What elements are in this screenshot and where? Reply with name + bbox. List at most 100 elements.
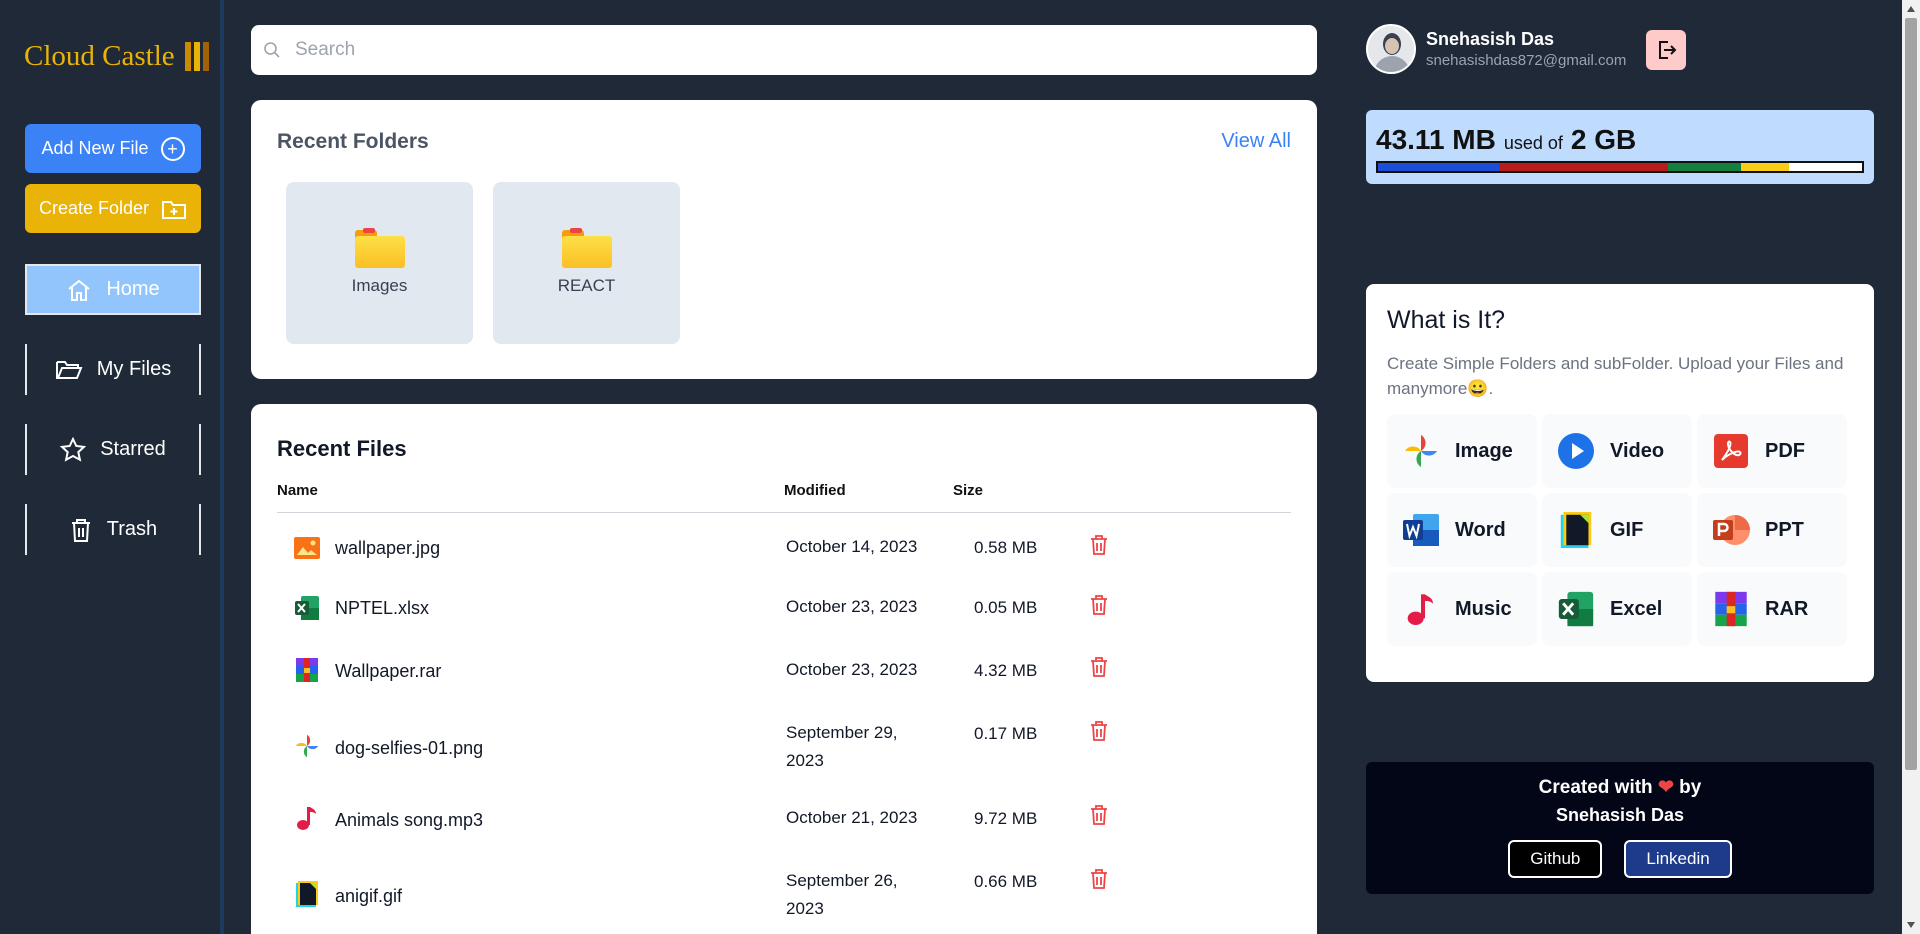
sidebar-item-label: My Files: [96, 358, 172, 380]
image-file-icon: [293, 534, 321, 562]
search-bar: [251, 25, 1317, 75]
music-note-icon: [293, 804, 321, 832]
file-type-label: PDF: [1765, 439, 1805, 462]
info-description: Create Simple Folders and subFolder. Upl…: [1387, 354, 1844, 398]
scrollbar-thumb[interactable]: [1905, 18, 1917, 770]
column-header-name[interactable]: Name: [277, 482, 318, 499]
file-modified: September 26, 2023: [786, 871, 898, 918]
heart-icon: ❤: [1657, 777, 1674, 798]
sidebar-item-starred[interactable]: Starred: [25, 424, 201, 475]
rar-file-icon: [293, 656, 321, 684]
folder-name: REACT: [557, 276, 616, 295]
music-note-icon: [1401, 589, 1441, 629]
user-profile: Snehasish Das snehasishdas872@gmail.com: [1366, 24, 1626, 74]
file-type-pdf: PDF: [1697, 414, 1847, 488]
powerpoint-icon: [1711, 510, 1751, 550]
delete-icon[interactable]: [1089, 720, 1109, 747]
word-icon: [1401, 510, 1441, 550]
file-type-excel: Excel: [1542, 572, 1692, 646]
add-new-file-button[interactable]: Add New File +: [25, 124, 201, 173]
table-divider: [277, 512, 1291, 513]
recent-files-title: Recent Files: [277, 436, 407, 461]
logout-button[interactable]: [1646, 30, 1686, 70]
sidebar-item-label: Starred: [100, 438, 166, 460]
folder-tile-react[interactable]: REACT: [493, 182, 680, 344]
sidebar: Cloud Castle Add New File + Create Folde…: [0, 0, 224, 934]
table-row[interactable]: Animals song.mp3 October 21, 2023 9.72 M…: [277, 796, 1291, 858]
file-name[interactable]: Animals song.mp3: [335, 810, 483, 831]
page-scrollbar[interactable]: [1902, 0, 1920, 934]
sidebar-item-my-files[interactable]: My Files: [25, 344, 201, 395]
sidebar-item-home[interactable]: Home: [25, 264, 201, 315]
file-type-label: Image: [1455, 439, 1513, 462]
smile-emoji-icon: 😀: [1467, 379, 1489, 398]
folder-tile-images[interactable]: Images: [286, 182, 473, 344]
storage-segment-free: [1789, 163, 1862, 171]
file-type-label: GIF: [1610, 518, 1644, 541]
file-name[interactable]: NPTEL.xlsx: [335, 598, 429, 619]
linkedin-button[interactable]: Linkedin: [1624, 840, 1732, 878]
file-name[interactable]: anigif.gif: [335, 886, 402, 907]
create-folder-button[interactable]: Create Folder: [25, 184, 201, 233]
table-row[interactable]: anigif.gif September 26, 2023 0.66 MB: [277, 858, 1291, 934]
file-type-label: Word: [1455, 518, 1506, 541]
app-logo[interactable]: Cloud Castle: [24, 40, 209, 73]
github-button[interactable]: Github: [1508, 840, 1603, 878]
table-row[interactable]: wallpaper.jpg October 14, 2023 0.58 MB: [277, 524, 1291, 586]
sidebar-item-label: Home: [106, 278, 160, 300]
storage-segment-other: [1740, 163, 1790, 171]
file-type-label: Excel: [1610, 597, 1663, 620]
file-name[interactable]: Wallpaper.rar: [335, 661, 441, 682]
what-is-it-panel: What is It? Create Simple Folders and su…: [1366, 284, 1874, 682]
avatar[interactable]: [1366, 24, 1416, 74]
file-name[interactable]: wallpaper.jpg: [335, 538, 440, 559]
file-size: 9.72 MB: [974, 809, 1038, 828]
create-folder-label: Create Folder: [38, 198, 150, 218]
delete-icon[interactable]: [1089, 656, 1109, 683]
column-header-size[interactable]: Size: [953, 482, 983, 499]
recent-folders-title: Recent Folders: [277, 130, 429, 153]
excel-file-icon: [293, 594, 321, 622]
file-size: 0.17 MB: [974, 724, 1038, 743]
folder-icon: [354, 228, 405, 268]
file-type-label: PPT: [1765, 518, 1804, 541]
recent-folders-panel: Recent Folders View All Images REACT: [251, 100, 1317, 379]
file-modified: October 21, 2023: [786, 808, 918, 827]
credits-author: Snehasish Das: [1555, 805, 1685, 825]
credits-created-with: Created with: [1538, 777, 1653, 798]
file-type-word: Word: [1387, 493, 1537, 567]
scroll-up-icon[interactable]: [1907, 6, 1915, 12]
delete-icon[interactable]: [1089, 594, 1109, 621]
star-icon: [60, 436, 87, 462]
add-new-file-label: Add New File: [41, 138, 149, 158]
sidebar-item-trash[interactable]: Trash: [25, 504, 201, 555]
gif-icon: [1556, 510, 1596, 550]
file-size: 0.66 MB: [974, 872, 1038, 891]
info-title: What is It?: [1387, 306, 1506, 334]
storage-segment-documents: [1668, 163, 1741, 171]
credits-panel: Created with ❤ by Snehasish Das Github L…: [1366, 762, 1874, 894]
column-header-modified[interactable]: Modified: [784, 482, 846, 499]
table-row[interactable]: dog-selfies-01.png September 29, 2023 0.…: [277, 710, 1291, 796]
file-name[interactable]: dog-selfies-01.png: [335, 738, 483, 759]
rar-icon: [1711, 589, 1751, 629]
view-all-link[interactable]: View All: [1221, 130, 1291, 153]
delete-icon[interactable]: [1089, 534, 1109, 561]
photos-pinwheel-icon: [1401, 431, 1441, 471]
home-icon: [68, 279, 90, 301]
table-row[interactable]: NPTEL.xlsx October 23, 2023 0.05 MB: [277, 586, 1291, 648]
file-modified: October 14, 2023: [786, 537, 918, 556]
sidebar-item-label: Trash: [106, 518, 158, 540]
search-input[interactable]: [295, 39, 1195, 61]
delete-icon[interactable]: [1089, 868, 1109, 895]
file-type-gif: GIF: [1542, 493, 1692, 567]
table-row[interactable]: Wallpaper.rar October 23, 2023 4.32 MB: [277, 648, 1291, 710]
storage-total: 2 GB: [1570, 124, 1637, 155]
user-email: snehasishdas872@gmail.com: [1426, 52, 1627, 69]
file-type-rar: RAR: [1697, 572, 1847, 646]
search-icon: [264, 42, 280, 58]
scroll-down-icon[interactable]: [1907, 922, 1915, 928]
delete-icon[interactable]: [1089, 804, 1109, 831]
logout-icon: [1659, 41, 1677, 59]
excel-icon: [1556, 589, 1596, 629]
